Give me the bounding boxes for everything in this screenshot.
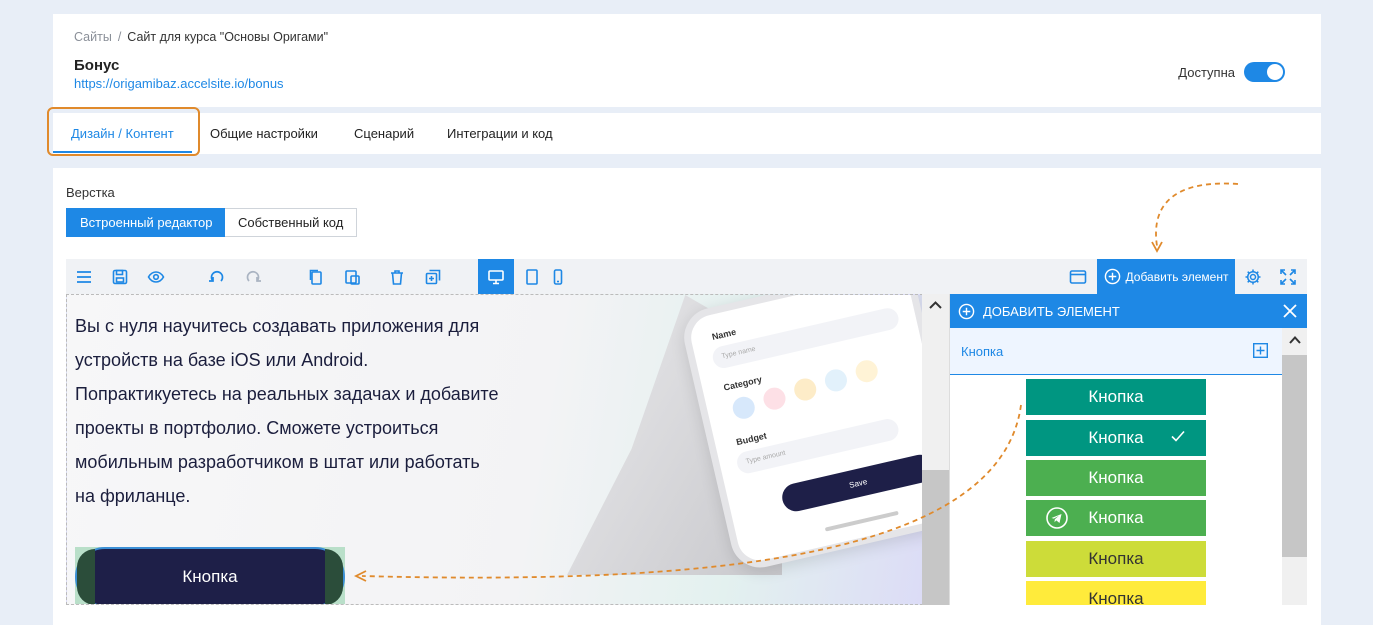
add-element-label: Добавить элемент xyxy=(1125,269,1229,284)
breadcrumb-separator: / xyxy=(117,30,122,44)
chevron-up-icon[interactable] xyxy=(1288,335,1302,345)
paste-icon[interactable] xyxy=(337,259,367,294)
button-preset[interactable]: Кнопка xyxy=(1026,541,1206,577)
canvas-text-line: мобильным разработчиком в штат или работ… xyxy=(75,452,480,472)
button-preset[interactable]: Кнопка xyxy=(1026,500,1206,536)
tab-general-settings[interactable]: Общие настройки xyxy=(210,113,318,154)
add-element-panel: ДОБАВИТЬ ЭЛЕМЕНТ Кнопка Кнопка Кнопка Кн… xyxy=(949,294,1307,605)
add-element-button[interactable]: Добавить элемент xyxy=(1097,259,1235,294)
fullscreen-icon[interactable] xyxy=(1273,259,1303,294)
button-preset[interactable]: Кнопка xyxy=(1026,379,1206,415)
availability-label: Доступна xyxy=(1178,64,1235,80)
availability-toggle[interactable] xyxy=(1244,62,1285,82)
tab-general-settings-label: Общие настройки xyxy=(210,126,318,141)
canvas-button-label: Кнопка xyxy=(182,567,238,586)
canvas-text-line: на фриланце. xyxy=(75,486,191,506)
availability-control: Доступна xyxy=(1178,62,1285,82)
button-preset-label: Кнопка xyxy=(1088,589,1144,605)
tab-highlight-frame xyxy=(47,107,200,156)
site-header: Сайты / Сайт для курса "Основы Оригами" Бо… xyxy=(53,14,1321,107)
page-title: Бонус xyxy=(74,57,120,74)
settings-icon[interactable] xyxy=(1238,259,1268,294)
panel-scrollbar[interactable] xyxy=(1282,328,1307,605)
mobile-icon[interactable] xyxy=(543,259,573,294)
desktop-icon[interactable] xyxy=(478,259,514,294)
canvas-text-line: Вы с нуля научитесь создавать приложения… xyxy=(75,316,480,336)
tab-scenario[interactable]: Сценарий xyxy=(354,113,414,154)
chevron-up-icon[interactable] xyxy=(928,300,943,310)
tab-integrations[interactable]: Интеграции и код xyxy=(447,113,553,154)
button-category-row[interactable]: Кнопка xyxy=(950,328,1282,375)
button-category-label: Кнопка xyxy=(961,344,1004,359)
plus-circle-icon xyxy=(958,303,975,319)
undo-icon[interactable] xyxy=(202,259,232,294)
duplicate-icon[interactable] xyxy=(418,259,448,294)
button-preset[interactable]: Кнопка xyxy=(1026,581,1206,605)
breadcrumb: Сайты / Сайт для курса "Основы Оригами" xyxy=(74,30,328,44)
tab-scenario-label: Сценарий xyxy=(354,126,415,141)
tab-integrations-label: Интеграции и код xyxy=(447,126,553,141)
redo-icon[interactable] xyxy=(238,259,268,294)
button-preset[interactable]: Кнопка xyxy=(1026,460,1206,496)
page-url-link[interactable]: https://origamibaz.accelsite.io/bonus xyxy=(74,76,284,91)
breadcrumb-sites-link[interactable]: Сайты xyxy=(74,30,112,44)
button-preset-label: Кнопка xyxy=(1088,428,1144,447)
canvas-text-line: устройств на базе iOS или Android. xyxy=(75,350,369,370)
window-icon[interactable] xyxy=(1063,259,1093,294)
add-element-panel-title: ДОБАВИТЬ ЭЛЕМЕНТ xyxy=(983,303,1120,319)
button-preset-label: Кнопка xyxy=(1088,387,1144,406)
canvas-text-line: проекты в портфолио. Сможете устроиться xyxy=(75,418,439,438)
trash-icon[interactable] xyxy=(382,259,412,294)
canvas-text-line: Попрактикуетесь на реальных задачах и до… xyxy=(75,384,499,404)
builtin-editor-button[interactable]: Встроенный редактор xyxy=(66,208,227,237)
check-icon xyxy=(1171,430,1185,442)
button-preset[interactable]: Кнопка xyxy=(1026,420,1206,456)
panel-scrollbar-thumb[interactable] xyxy=(1282,355,1307,557)
menu-icon[interactable] xyxy=(69,259,99,294)
close-icon[interactable] xyxy=(1282,303,1298,319)
copy-icon[interactable] xyxy=(301,259,331,294)
breadcrumb-current: Сайт для курса "Основы Оригами" xyxy=(127,30,329,44)
editor-canvas[interactable]: Name Type name Category Budget Type amou… xyxy=(66,294,923,605)
button-preset-label: Кнопка xyxy=(1088,508,1144,527)
save-icon[interactable] xyxy=(105,259,135,294)
canvas-scrollbar[interactable] xyxy=(922,294,949,605)
canvas-scrollbar-thumb[interactable] xyxy=(922,470,949,605)
button-preset-label: Кнопка xyxy=(1088,468,1144,487)
tab-bar: Дизайн / Контент Общие настройки Сценари… xyxy=(53,113,1321,154)
layout-section-label: Верстка xyxy=(66,185,115,200)
editor-card: Верстка Встроенный редактор Собственный … xyxy=(53,168,1321,625)
canvas-button[interactable]: Кнопка xyxy=(75,547,345,604)
plus-circle-icon xyxy=(1104,268,1120,285)
editor-toolbar: Добавить элемент xyxy=(66,259,1307,294)
eye-icon[interactable] xyxy=(141,259,171,294)
plus-square-icon[interactable] xyxy=(1253,343,1268,358)
add-element-panel-header: ДОБАВИТЬ ЭЛЕМЕНТ xyxy=(950,294,1307,328)
custom-code-button[interactable]: Собственный код xyxy=(225,208,358,237)
telegram-icon xyxy=(1046,507,1068,529)
canvas-text-block[interactable]: Вы с нуля научитесь создавать приложения… xyxy=(75,309,498,513)
canvas-button-wrapper: Кнопка xyxy=(75,547,345,604)
button-preset-label: Кнопка xyxy=(1088,549,1144,568)
